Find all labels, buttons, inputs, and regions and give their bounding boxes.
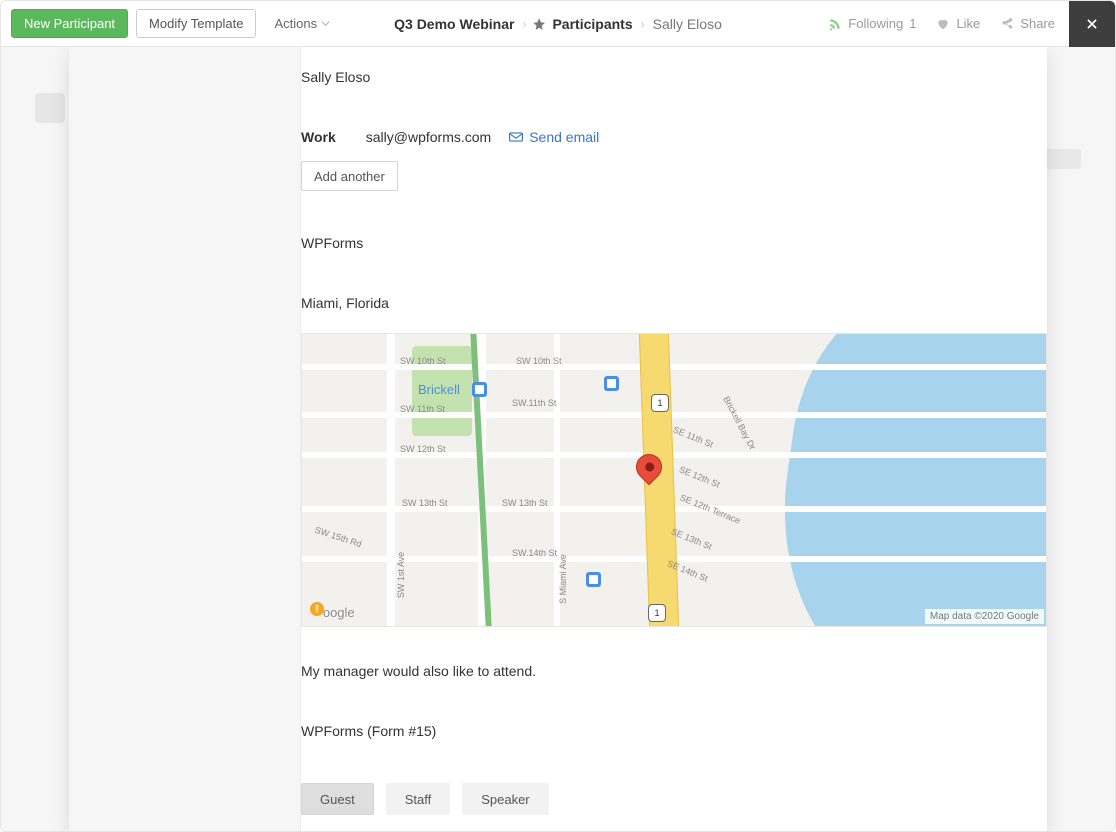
comments-value: My manager would also like to attend. — [301, 663, 1047, 679]
map-street-label: SE 11th St — [672, 424, 715, 449]
role-speaker-label: Speaker — [481, 792, 529, 807]
map[interactable]: Brickell SW 10th St SW 10th St SW 11th S… — [301, 333, 1047, 627]
map-road — [387, 334, 395, 626]
bg-ghost-block — [35, 93, 65, 123]
share-icon — [1000, 17, 1014, 31]
field-row-comments: Comments My manager would also like to a… — [301, 663, 1047, 685]
field-row-email: Email Work sally@wpforms.com Send email … — [301, 129, 1047, 191]
modify-template-button[interactable]: Modify Template — [136, 9, 256, 38]
role-staff-button[interactable]: Staff — [386, 783, 451, 815]
name-value: Sally Eloso — [301, 69, 1047, 85]
rss-icon — [828, 17, 842, 31]
field-row-registered: Registered From WPForms (Form #15) — [301, 723, 1047, 745]
role-guest-label: Guest — [320, 792, 355, 807]
following-button[interactable]: Following 1 — [828, 16, 916, 31]
top-toolbar: New Participant Modify Template Actions … — [1, 1, 1115, 47]
new-participant-label: New Participant — [24, 16, 115, 31]
field-row-name: Name Sally Eloso — [301, 69, 1047, 91]
actions-label: Actions — [274, 16, 317, 31]
map-street-label: SW 13th St — [402, 498, 448, 508]
following-label: Following — [848, 16, 903, 31]
hwy-shield-icon: 1 — [651, 394, 669, 412]
email-type: Work — [301, 129, 336, 145]
breadcrumb: Q3 Demo Webinar › Participants › Sally E… — [392, 16, 724, 32]
map-street-label: SW 11th St — [400, 404, 445, 414]
location-value: Miami, Florida — [301, 295, 1047, 311]
add-another-button[interactable]: Add another — [301, 161, 398, 191]
registered-value: WPForms (Form #15) — [301, 723, 1047, 739]
detail-panel: Name Sally Eloso Email Work sally@wpform… — [69, 47, 1047, 831]
chevron-down-icon — [321, 19, 330, 28]
field-row-company: Company WPForms — [301, 235, 1047, 257]
actions-dropdown[interactable]: Actions — [274, 16, 330, 31]
chevron-right-icon: › — [641, 17, 645, 31]
crumb-participants[interactable]: Participants — [552, 16, 632, 32]
map-place-label: Brickell — [418, 382, 460, 397]
close-button[interactable] — [1069, 1, 1115, 47]
new-participant-button[interactable]: New Participant — [11, 9, 128, 38]
toolbar-right: Following 1 Like Share — [828, 1, 1115, 47]
star-icon — [532, 17, 546, 31]
crumb-leaf: Sally Eloso — [653, 16, 722, 32]
like-button[interactable]: Like — [936, 16, 980, 31]
like-label: Like — [956, 16, 980, 31]
panel-form-area: Name Sally Eloso Email Work sally@wpform… — [301, 47, 1047, 831]
map-street-label: SW 10th St — [516, 356, 562, 366]
panel-left-sidebar — [69, 47, 301, 831]
warning-icon: ! — [310, 602, 324, 616]
company-value: WPForms — [301, 235, 1047, 251]
map-street-label: SW 15th Rd — [314, 525, 363, 550]
hwy-shield-icon: 1 — [648, 604, 666, 622]
map-street-label: S Miami Ave — [558, 554, 568, 604]
map-street-label: SW 13th St — [502, 498, 548, 508]
map-street-label: SE 12th St — [678, 464, 722, 489]
field-row-location: Location Miami, Florida — [301, 295, 1047, 317]
role-staff-label: Staff — [405, 792, 432, 807]
add-another-label: Add another — [314, 169, 385, 184]
map-attribution: Map data ©2020 Google — [925, 609, 1044, 624]
following-count: 1 — [909, 16, 916, 31]
map-street-label: SW.11th St — [512, 398, 556, 408]
email-value: sally@wpforms.com — [366, 129, 491, 145]
role-speaker-button[interactable]: Speaker — [462, 783, 548, 815]
modify-template-label: Modify Template — [149, 16, 243, 31]
metro-station-icon — [472, 382, 487, 397]
share-label: Share — [1020, 16, 1055, 31]
mail-icon — [509, 131, 523, 143]
metro-station-icon — [604, 376, 619, 391]
map-street-label: SW.14th St — [512, 548, 557, 558]
map-street-label: SW 12th St — [400, 444, 446, 454]
map-provider-logo: ! oogle — [312, 605, 355, 620]
map-street-label: Brickell Bay Dr — [721, 395, 758, 452]
role-guest-button[interactable]: Guest — [301, 783, 374, 815]
close-icon — [1085, 17, 1099, 31]
share-button[interactable]: Share — [1000, 16, 1055, 31]
map-street-label: SW 1st Ave — [396, 552, 406, 598]
heart-icon — [936, 17, 950, 31]
map-street-label: SW 10th St — [400, 356, 446, 366]
chevron-right-icon: › — [522, 17, 526, 31]
metro-station-icon — [586, 572, 601, 587]
send-email-link[interactable]: Send email — [529, 129, 599, 145]
crumb-root[interactable]: Q3 Demo Webinar — [394, 16, 514, 32]
field-row-role: Role Guest Staff Speaker — [301, 783, 1047, 815]
